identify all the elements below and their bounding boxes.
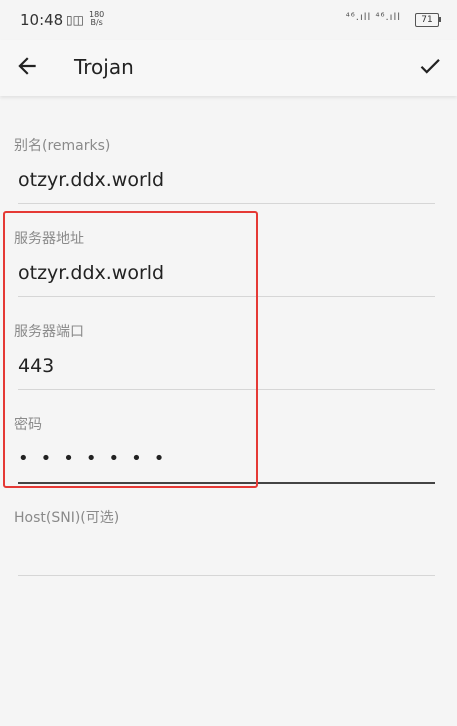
battery-icon: 71 xyxy=(415,13,441,27)
host-sni-field[interactable]: Host(SNI)(可选) xyxy=(14,507,435,576)
remarks-field[interactable]: 别名(remarks) otzyr.ddx.world xyxy=(14,135,435,204)
signal-icons: ⁴⁶.ıll ⁴⁶.ıll xyxy=(346,12,401,23)
remarks-input[interactable]: otzyr.ddx.world xyxy=(18,169,435,195)
status-bar: 10:48 ▯◫ 180 B/s ⁴⁶.ıll ⁴⁶.ıll 71 xyxy=(0,0,457,40)
network-speed-unit: B/s xyxy=(90,18,103,27)
page-title: Trojan xyxy=(74,55,134,79)
status-time: 10:48 xyxy=(20,11,64,29)
remarks-underline xyxy=(18,203,435,204)
remarks-label: 别名(remarks) xyxy=(14,138,111,154)
host-sni-label: Host(SNI)(可选) xyxy=(14,510,120,526)
check-icon[interactable] xyxy=(417,53,443,79)
network-speed: 180 B/s xyxy=(89,11,104,27)
host-sni-underline xyxy=(18,575,435,576)
host-sni-input[interactable] xyxy=(18,541,435,567)
app-bar: Trojan xyxy=(0,40,457,96)
back-arrow-icon[interactable] xyxy=(14,53,40,79)
signal-icon-1: ⁴⁶.ıll xyxy=(345,12,372,23)
vibrate-icon: ▯◫ xyxy=(66,13,84,27)
signal-icon-2: ⁴⁶.ıll xyxy=(375,12,401,23)
annotation-highlight-box xyxy=(3,211,258,488)
